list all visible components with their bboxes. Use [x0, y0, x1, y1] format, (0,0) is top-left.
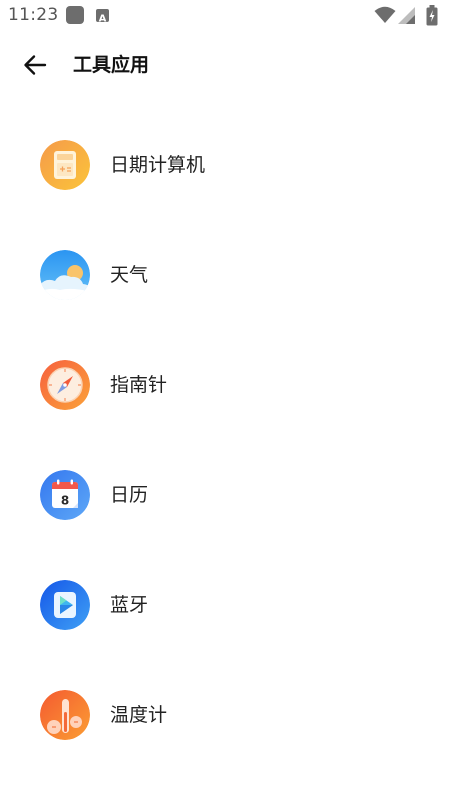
svg-text:A: A	[99, 14, 107, 25]
tool-app-list: 日期计算机 天气 指南针 8 日历 蓝牙 温度计	[0, 110, 450, 770]
back-button[interactable]	[20, 52, 50, 78]
notification-square-icon	[66, 6, 84, 24]
calendar-day-text: 8	[61, 494, 69, 508]
cell-signal-icon	[398, 7, 415, 24]
app-label: 温度计	[110, 704, 168, 726]
status-time: 11:23	[8, 5, 59, 25]
list-item-bluetooth[interactable]: 蓝牙	[0, 550, 450, 660]
page-title: 工具应用	[73, 54, 150, 76]
battery-charging-icon	[426, 5, 438, 26]
compass-icon	[40, 360, 90, 410]
app-label: 蓝牙	[110, 594, 149, 616]
app-label: 天气	[110, 264, 149, 286]
status-bar: 11:23 A	[0, 0, 450, 32]
wifi-icon	[374, 6, 396, 23]
accessibility-a-icon: A	[96, 9, 109, 25]
list-item-weather[interactable]: 天气	[0, 220, 450, 330]
bluetooth-icon	[40, 580, 90, 630]
list-item-thermometer[interactable]: 温度计	[0, 660, 450, 770]
calendar-icon: 8	[40, 470, 90, 520]
list-item-compass[interactable]: 指南针	[0, 330, 450, 440]
list-item-calendar[interactable]: 8 日历	[0, 440, 450, 550]
app-label: 日历	[110, 484, 149, 506]
app-header: 工具应用	[0, 40, 450, 90]
thermometer-icon	[40, 690, 90, 740]
app-label: 指南针	[110, 374, 168, 396]
date-calculator-icon	[40, 140, 90, 190]
status-icons	[372, 5, 442, 27]
app-label: 日期计算机	[110, 154, 206, 176]
arrow-left-icon	[24, 55, 47, 75]
weather-icon	[40, 250, 90, 300]
list-item-date-calculator[interactable]: 日期计算机	[0, 110, 450, 220]
